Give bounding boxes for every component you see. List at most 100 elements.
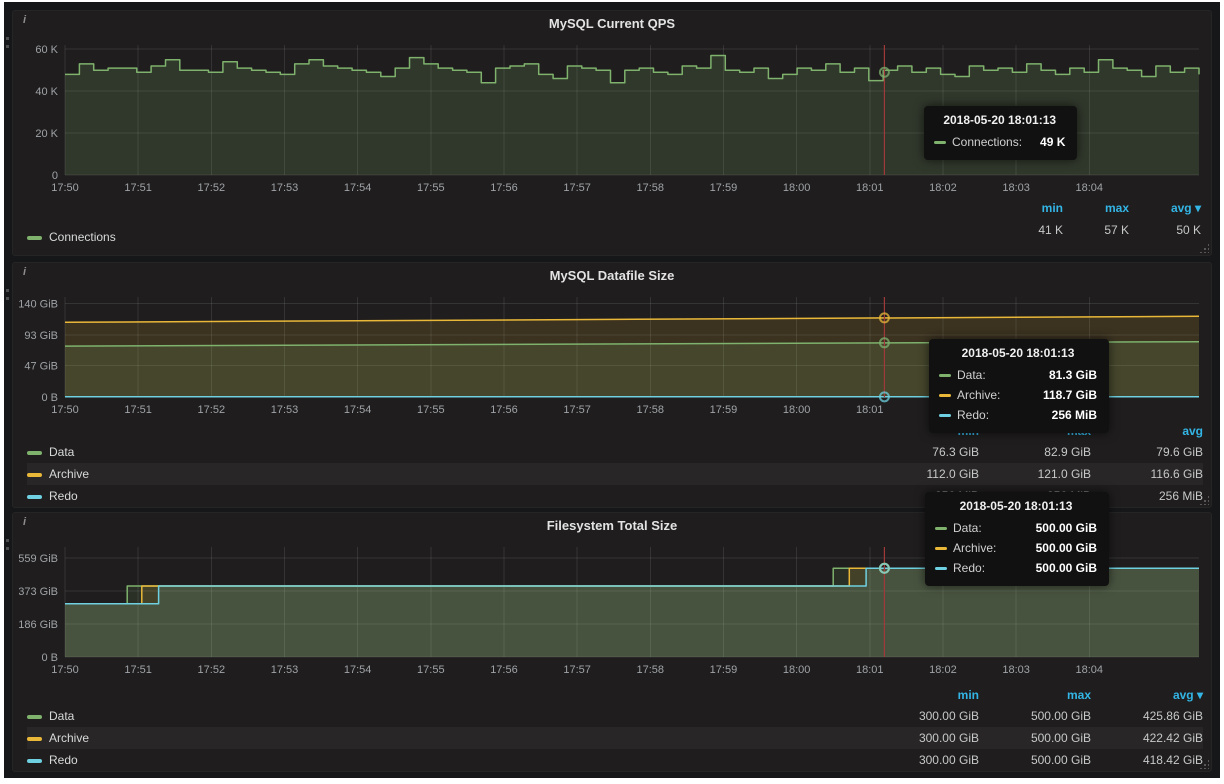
svg-text:18:01: 18:01 <box>856 404 884 416</box>
svg-text:186 GiB: 186 GiB <box>19 619 58 631</box>
svg-text:17:53: 17:53 <box>271 664 299 676</box>
legend-item-redo[interactable]: Redo <box>27 489 867 503</box>
legend-item-archive[interactable]: Archive <box>27 731 867 745</box>
stat-avg: 422.42 GiB <box>1091 731 1203 745</box>
legend-item-archive[interactable]: Archive <box>27 467 867 481</box>
stat-max: 57 K <box>1063 223 1129 245</box>
legend-label: Connections <box>49 230 116 244</box>
legend-label: Data <box>49 709 74 723</box>
stat-min: 112.0 GiB <box>867 467 979 481</box>
series-dash-icon <box>27 473 42 477</box>
stat-max: 500.00 GiB <box>979 753 1091 767</box>
svg-text:18:03: 18:03 <box>1002 664 1030 676</box>
svg-text:17:58: 17:58 <box>637 664 665 676</box>
legend-label: Archive <box>49 731 89 745</box>
tooltip-value: 49 K <box>1022 135 1065 149</box>
svg-text:17:52: 17:52 <box>198 664 226 676</box>
stat-avg: 425.86 GiB <box>1091 709 1203 723</box>
svg-text:559 GiB: 559 GiB <box>19 553 58 565</box>
svg-text:17:59: 17:59 <box>710 664 738 676</box>
legend: Connections min max avg ▾ 41 K 57 K 50 K <box>27 201 1201 247</box>
series-dash-icon <box>939 374 951 377</box>
tooltip-value: 500.00 GiB <box>1018 561 1097 575</box>
svg-text:17:50: 17:50 <box>51 664 79 676</box>
svg-text:17:54: 17:54 <box>344 404 372 416</box>
svg-text:60 K: 60 K <box>35 44 58 56</box>
panel-drag-handle[interactable] <box>6 539 10 555</box>
tooltip-label: Redo: <box>957 408 989 422</box>
svg-text:17:57: 17:57 <box>563 404 591 416</box>
svg-text:18:04: 18:04 <box>1075 664 1103 676</box>
legend-label: Redo <box>49 753 78 767</box>
series-dash-icon <box>27 715 42 719</box>
panel-title[interactable]: MySQL Datafile Size <box>13 268 1211 283</box>
svg-text:17:53: 17:53 <box>271 404 299 416</box>
legend-item-redo[interactable]: Redo <box>27 753 867 767</box>
stat-avg: 50 K <box>1129 223 1201 245</box>
tooltip-value: 81.3 GiB <box>1031 368 1097 382</box>
stat-header-min[interactable]: min <box>997 201 1063 223</box>
stat-header-avg[interactable]: avg ▾ <box>1129 201 1201 223</box>
stat-header-max[interactable]: max <box>1063 201 1129 223</box>
svg-text:18:02: 18:02 <box>929 182 957 194</box>
tooltip-label: Redo: <box>953 561 985 575</box>
tooltip-time: 2018-05-20 18:01:13 <box>934 113 1065 127</box>
tooltip-value: 500.00 GiB <box>1018 521 1097 535</box>
svg-text:140 GiB: 140 GiB <box>19 299 58 311</box>
legend-row-data: Data 76.3 GiB 82.9 GiB 79.6 GiB <box>27 441 1203 463</box>
svg-text:17:56: 17:56 <box>490 664 518 676</box>
tooltip-value: 118.7 GiB <box>1025 388 1097 402</box>
series-dash-icon <box>27 759 42 763</box>
stat-min: 300.00 GiB <box>867 709 979 723</box>
svg-text:17:51: 17:51 <box>124 404 152 416</box>
svg-text:373 GiB: 373 GiB <box>19 586 58 598</box>
svg-text:20 K: 20 K <box>35 128 58 140</box>
legend-stats: min max avg ▾ 41 K 57 K 50 K <box>997 201 1201 245</box>
series-dash-icon <box>939 414 951 417</box>
svg-text:18:01: 18:01 <box>856 664 884 676</box>
tooltip-row: Redo: 256 MiB <box>939 405 1097 425</box>
legend-row-redo: Redo 300.00 GiB 500.00 GiB 418.42 GiB <box>27 749 1203 771</box>
stat-max: 121.0 GiB <box>979 467 1091 481</box>
svg-text:17:55: 17:55 <box>417 182 445 194</box>
tooltip-value: 500.00 GiB <box>1018 541 1097 555</box>
svg-text:18:00: 18:00 <box>783 404 811 416</box>
panel-drag-handle[interactable] <box>6 289 10 305</box>
svg-text:17:52: 17:52 <box>198 404 226 416</box>
tooltip-label: Archive: <box>957 388 1000 402</box>
svg-text:17:57: 17:57 <box>563 182 591 194</box>
legend: min max avg ▾ Data 300.00 GiB 500.00 GiB… <box>27 685 1203 771</box>
svg-text:17:56: 17:56 <box>490 182 518 194</box>
tooltip-row: Archive: 118.7 GiB <box>939 385 1097 405</box>
tooltip: 2018-05-20 18:01:13 Connections: 49 K <box>924 106 1077 160</box>
tooltip-row: Archive: 500.00 GiB <box>935 538 1097 558</box>
panel-drag-handle[interactable] <box>6 37 10 53</box>
series-dash-icon <box>27 451 42 455</box>
legend-item-connections[interactable]: Connections <box>27 230 116 244</box>
series-dash-icon <box>939 394 951 397</box>
legend-row-data: Data 300.00 GiB 500.00 GiB 425.86 GiB <box>27 705 1203 727</box>
svg-text:18:01: 18:01 <box>856 182 884 194</box>
stat-min: 76.3 GiB <box>867 445 979 459</box>
svg-text:17:59: 17:59 <box>710 182 738 194</box>
stat-header-min[interactable]: min <box>867 688 979 702</box>
legend-header-row: min max avg ▾ <box>27 685 1203 705</box>
panel-title[interactable]: MySQL Current QPS <box>13 16 1211 31</box>
stat-header-avg[interactable]: avg ▾ <box>1091 688 1203 702</box>
svg-text:17:54: 17:54 <box>344 664 372 676</box>
series-dash-icon <box>935 547 947 550</box>
stat-avg: 79.6 GiB <box>1091 445 1203 459</box>
svg-text:17:51: 17:51 <box>124 664 152 676</box>
stat-avg: 116.6 GiB <box>1091 467 1203 481</box>
tooltip-row: Data: 500.00 GiB <box>935 518 1097 538</box>
legend-item-data[interactable]: Data <box>27 445 867 459</box>
legend-item-data[interactable]: Data <box>27 709 867 723</box>
svg-text:17:55: 17:55 <box>417 664 445 676</box>
stat-header-max[interactable]: max <box>979 688 1091 702</box>
svg-text:17:51: 17:51 <box>124 182 152 194</box>
svg-text:18:02: 18:02 <box>929 664 957 676</box>
svg-text:18:04: 18:04 <box>1075 182 1103 194</box>
tooltip-time: 2018-05-20 18:01:13 <box>935 499 1097 513</box>
stat-min: 300.00 GiB <box>867 753 979 767</box>
svg-text:17:59: 17:59 <box>710 404 738 416</box>
